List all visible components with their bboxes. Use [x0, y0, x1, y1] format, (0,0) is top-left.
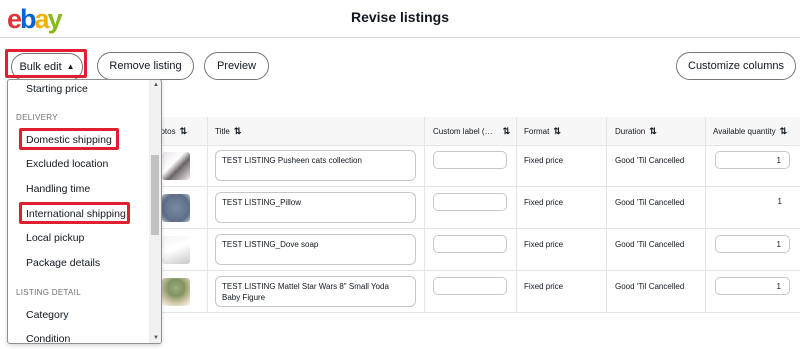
table-row[interactable]: TEST LISTING Mattel Star Wars 8" Small Y… — [150, 272, 800, 313]
preview-button[interactable]: Preview — [204, 52, 269, 80]
format-cell: Fixed price — [524, 198, 564, 207]
product-thumbnail[interactable] — [162, 278, 190, 306]
column-divider — [207, 117, 208, 313]
table-row[interactable]: TEST LISTING_Dove soap Fixed price Good … — [150, 230, 800, 271]
title-input[interactable]: TEST LISTING Pusheen cats collection — [215, 150, 416, 181]
quantity-input[interactable]: 1 — [715, 277, 790, 295]
title-input[interactable]: TEST LISTING_Dove soap — [215, 234, 416, 265]
format-cell: Fixed price — [524, 156, 564, 165]
table-row[interactable]: TEST LISTING_Pillow Fixed price Good 'Ti… — [150, 188, 800, 229]
quantity-input[interactable]: 1 — [715, 151, 790, 169]
format-cell: Fixed price — [524, 240, 564, 249]
scroll-down-arrow-icon[interactable]: ▼ — [153, 335, 159, 341]
menu-item-category[interactable]: Category — [26, 309, 69, 322]
scroll-up-arrow-icon[interactable]: ▲ — [153, 82, 159, 88]
menu-item-handling-time[interactable]: Handling time — [26, 183, 90, 196]
duration-cell: Good 'Til Cancelled — [615, 240, 685, 249]
custom-label-input[interactable] — [433, 277, 507, 295]
scroll-thumb[interactable] — [151, 155, 159, 235]
table-header: hotos ⇅ Title ⇅ Custom label (… ⇅ Format ⇅ D… — [150, 117, 800, 146]
menu-section-delivery: DELIVERY — [16, 113, 58, 122]
column-header-label: Custom label (… — [433, 127, 493, 136]
product-thumbnail[interactable] — [162, 194, 190, 222]
sort-icon[interactable]: ⇅ — [780, 126, 788, 137]
column-header-available-quantity[interactable]: Available quantity ⇅ — [713, 117, 787, 146]
column-header-custom-label[interactable]: Custom label (… ⇅ — [433, 117, 510, 146]
menu-item-package-details[interactable]: Package details — [26, 257, 100, 270]
sort-icon[interactable]: ⇅ — [553, 126, 561, 137]
duration-cell: Good 'Til Cancelled — [615, 198, 685, 207]
menu-item-condition[interactable]: Condition — [26, 333, 70, 343]
duration-cell: Good 'Til Cancelled — [615, 282, 685, 291]
column-header-duration[interactable]: Duration ⇅ — [615, 117, 657, 146]
sort-icon[interactable]: ⇅ — [503, 126, 511, 137]
sort-icon[interactable]: ⇅ — [649, 126, 657, 137]
product-thumbnail[interactable] — [162, 152, 190, 180]
duration-cell: Good 'Til Cancelled — [615, 156, 685, 165]
quantity-value: 1 — [777, 197, 782, 206]
highlight-box-bulk-edit — [5, 49, 87, 78]
custom-label-input[interactable] — [433, 151, 507, 169]
highlight-box-domestic-shipping — [19, 128, 119, 150]
column-header-label: Title — [215, 127, 230, 136]
customize-columns-button[interactable]: Customize columns — [676, 52, 796, 80]
custom-label-input[interactable] — [433, 193, 507, 211]
header-divider — [0, 37, 800, 38]
column-header-format[interactable]: Format ⇅ — [524, 117, 561, 146]
product-thumbnail[interactable] — [162, 236, 190, 264]
column-divider — [606, 117, 607, 313]
menu-section-listing-detail: LISTING DETAIL — [16, 288, 81, 297]
table-row[interactable]: TEST LISTING Pusheen cats collection Fix… — [150, 146, 800, 187]
column-divider — [516, 117, 517, 313]
menu-item-starting-price[interactable]: Starting price — [26, 83, 88, 96]
column-divider — [424, 117, 425, 313]
menu-scrollbar[interactable]: ▲ ▼ — [149, 80, 161, 343]
custom-label-input[interactable] — [433, 235, 507, 253]
column-header-label: Duration — [615, 127, 646, 136]
highlight-box-international-shipping — [19, 202, 130, 224]
column-divider — [705, 117, 706, 313]
sort-icon[interactable]: ⇅ — [180, 126, 188, 137]
sort-icon[interactable]: ⇅ — [234, 126, 242, 137]
column-header-title[interactable]: Title ⇅ — [215, 117, 241, 146]
menu-item-excluded-location[interactable]: Excluded location — [26, 158, 108, 171]
column-header-label: Available quantity — [713, 127, 776, 136]
column-header-label: Format — [524, 127, 550, 136]
quantity-input[interactable]: 1 — [715, 235, 790, 253]
title-input[interactable]: TEST LISTING Mattel Star Wars 8" Small Y… — [215, 276, 416, 307]
page-title: Revise listings — [350, 9, 450, 25]
remove-listing-button[interactable]: Remove listing — [97, 52, 194, 80]
format-cell: Fixed price — [524, 282, 564, 291]
menu-item-local-pickup[interactable]: Local pickup — [26, 232, 84, 245]
title-input[interactable]: TEST LISTING_Pillow — [215, 192, 416, 223]
